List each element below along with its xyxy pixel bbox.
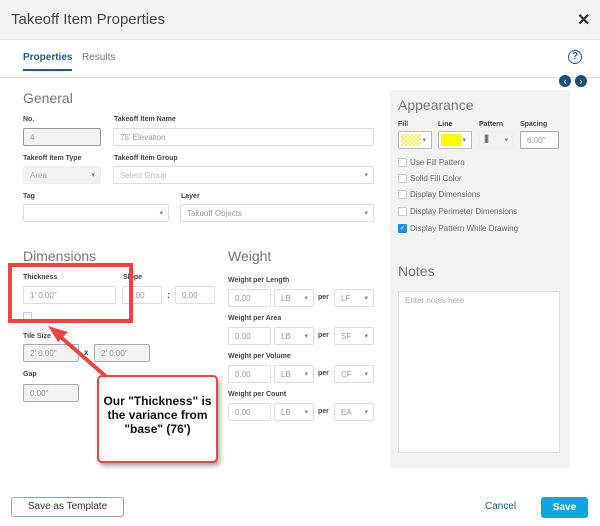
callout-note: Our "Thickness" is the variance from "ba… [97, 375, 218, 463]
callout-arrow [48, 326, 112, 382]
save-button[interactable]: Save [541, 497, 588, 518]
save-as-template-button[interactable]: Save as Template [11, 497, 124, 517]
cancel-button[interactable]: Cancel [485, 500, 516, 514]
